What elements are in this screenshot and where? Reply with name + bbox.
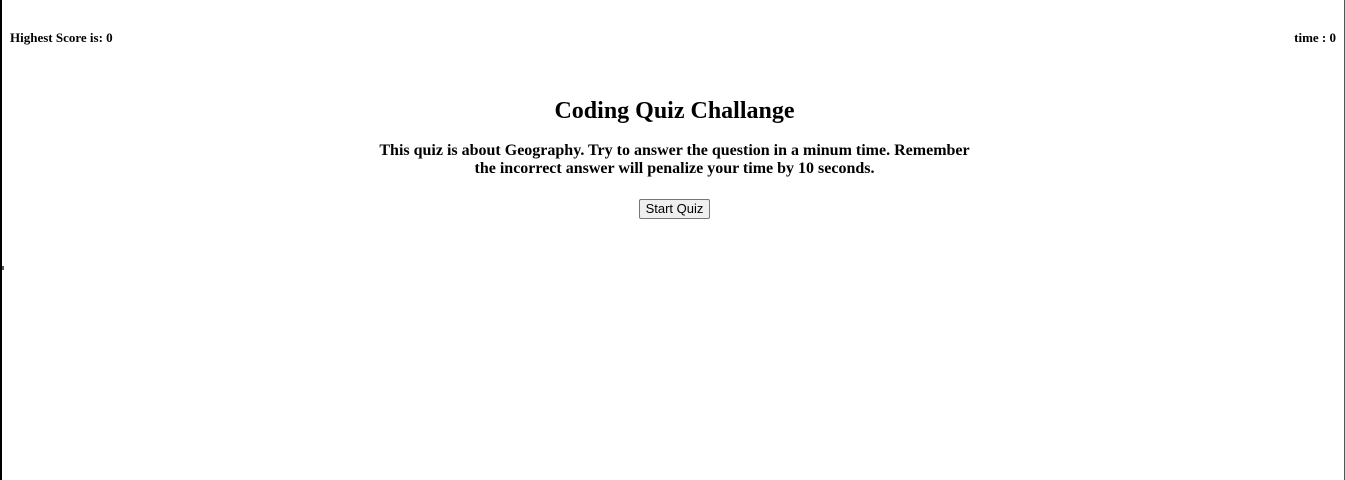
quiz-title: Coding Quiz Challange bbox=[554, 98, 795, 124]
page-frame: Highest Score is: 0 time : 0 Coding Quiz… bbox=[0, 0, 1345, 480]
quiz-description: This quiz is about Geography. Try to ans… bbox=[379, 142, 970, 177]
quiz-intro: Coding Quiz Challange This quiz is about… bbox=[2, 96, 1345, 219]
timer-text: time : 0 bbox=[1294, 30, 1336, 45]
highest-score-text: Highest Score is: 0 bbox=[10, 30, 113, 45]
frame-edge-mark bbox=[2, 266, 4, 270]
start-quiz-button[interactable]: Start Quiz bbox=[638, 199, 711, 219]
